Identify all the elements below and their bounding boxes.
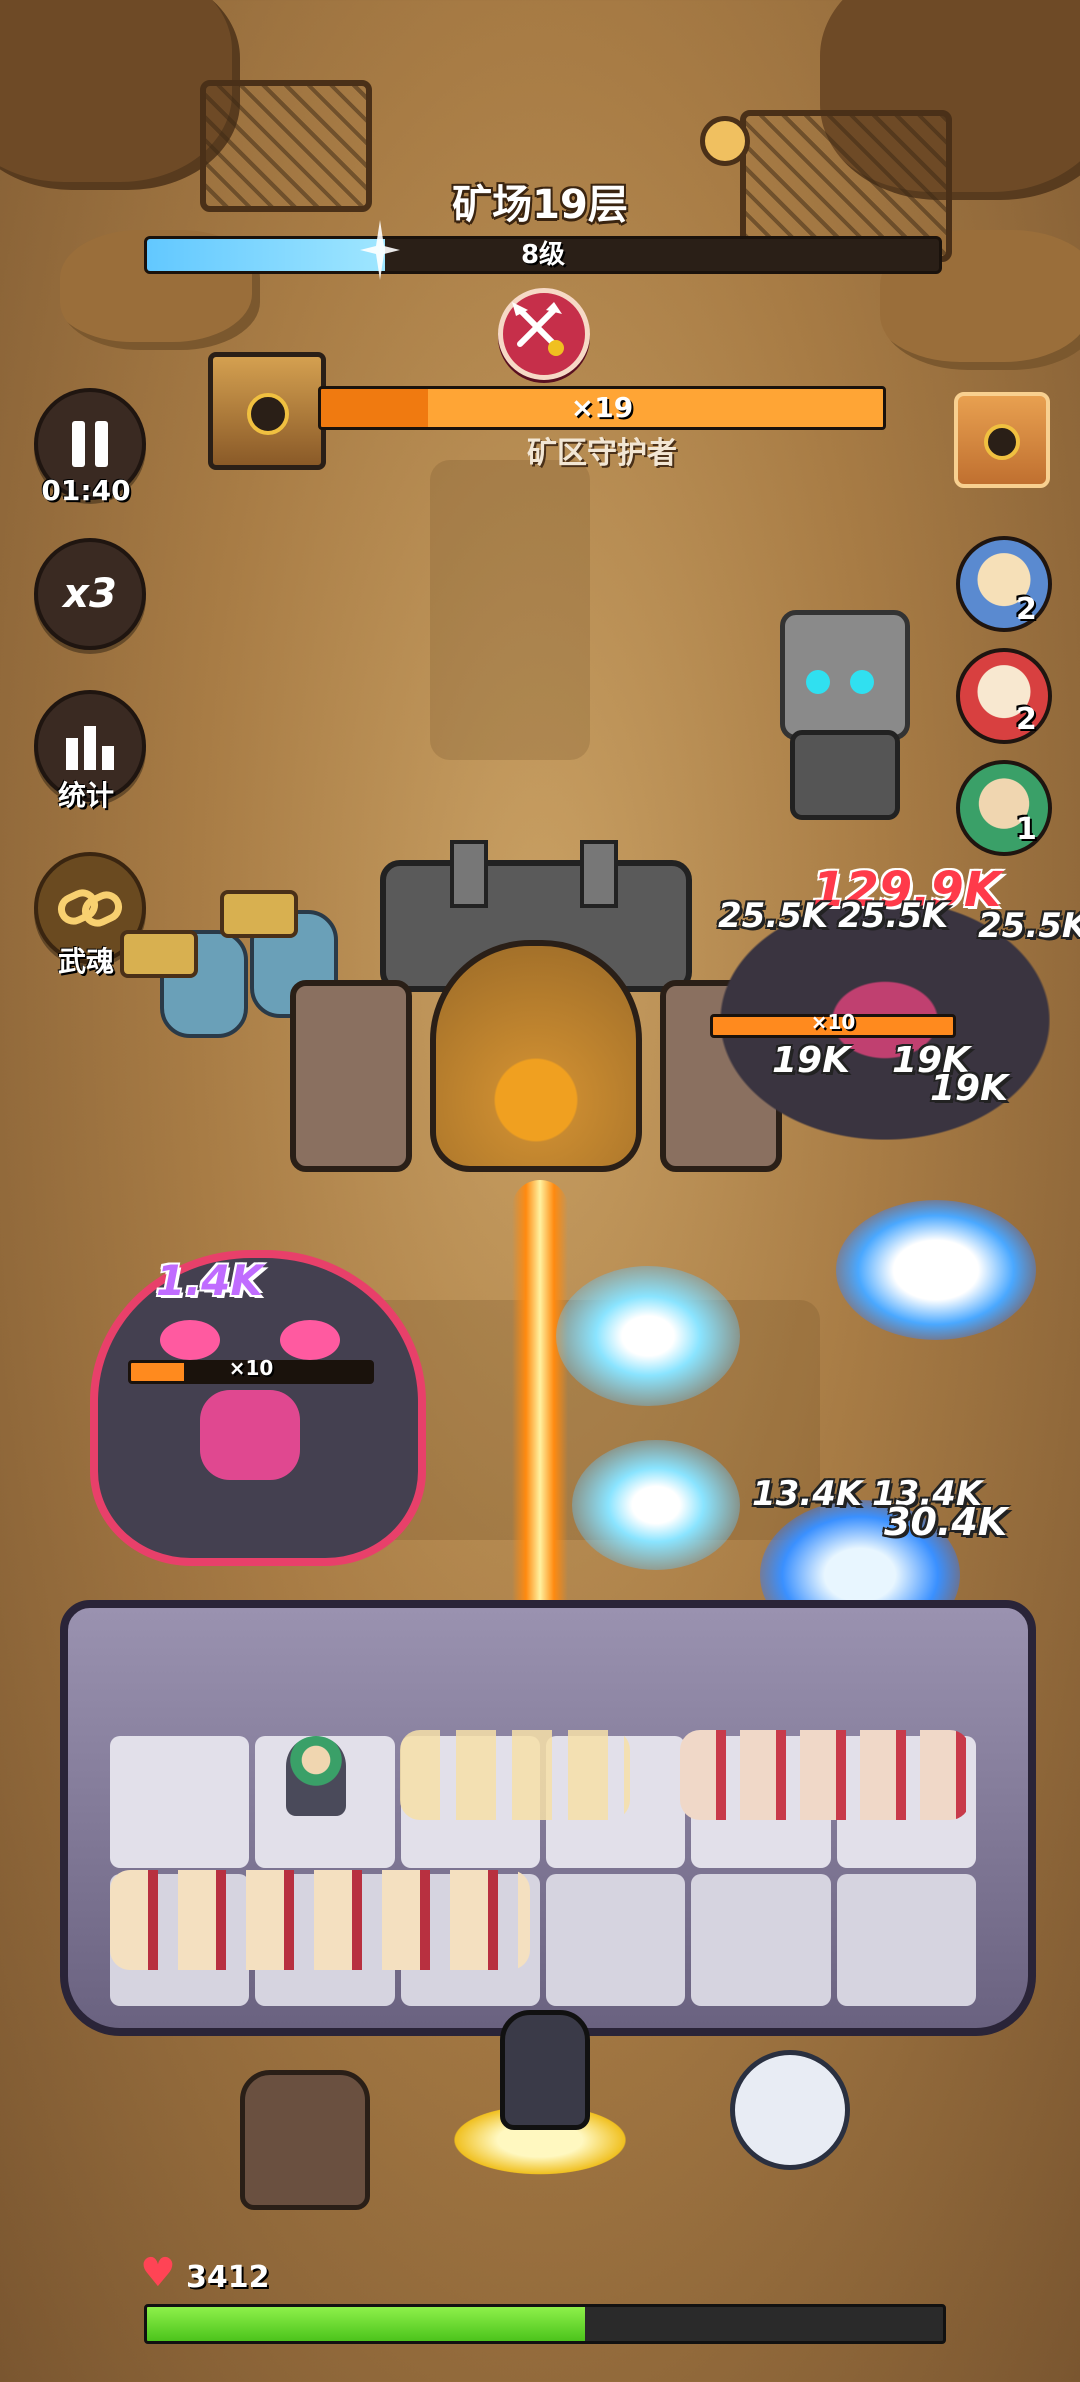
main-hero-plague-doctor[interactable] <box>440 2010 640 2190</box>
frost-rune-circle <box>556 1266 740 1406</box>
hero-count: 2 <box>1016 592 1037 627</box>
hero-unit-green[interactable] <box>286 1736 346 1816</box>
heart-icon: ♥ <box>140 2250 176 2296</box>
hero-portrait-clown[interactable] <box>956 648 1052 744</box>
base-hp-bar <box>144 2304 946 2344</box>
elite-right-hp-multiplier: ×10 <box>810 1010 856 1034</box>
grid-cell[interactable] <box>836 1874 976 2006</box>
robot-eye-icon <box>247 393 289 435</box>
robot-eye-icon <box>984 424 1020 460</box>
boss-name: 矿区守护者 <box>527 436 677 471</box>
grid-cell[interactable] <box>545 1874 686 2006</box>
support-robot-left[interactable] <box>240 2070 370 2210</box>
stats-label: 统计 <box>57 779 114 812</box>
hero-unit-blonde-group[interactable] <box>400 1730 630 1820</box>
pause-icon <box>72 421 108 467</box>
next-boss-portrait[interactable] <box>954 392 1050 488</box>
hero-unit-rabbit-group[interactable] <box>110 1870 530 1970</box>
boss-portrait[interactable] <box>208 352 326 470</box>
base-hp-value: 3412 <box>186 2260 270 2295</box>
hero-unit-row[interactable] <box>680 1730 970 1820</box>
hero-portrait-blonde[interactable] <box>956 536 1052 632</box>
damage-number-poison: 1.4K <box>156 1256 263 1305</box>
damage-number: 30.4K <box>884 1500 1008 1544</box>
chain-link-icon <box>57 889 123 927</box>
boss-mining-mech <box>290 840 782 1220</box>
damage-number: 25.5K <box>838 896 949 936</box>
card-vortex <box>836 1200 1036 1340</box>
level-label: 8级 <box>520 240 566 270</box>
enemy-stone-golem <box>760 610 920 820</box>
battle-timer: 01:40 <box>41 474 131 507</box>
lantern-icon <box>700 116 750 166</box>
boss-hp-multiplier: ×19 <box>570 391 634 424</box>
hero-portrait-green[interactable] <box>956 760 1052 856</box>
hero-count: 1 <box>1016 812 1037 847</box>
damage-number: 19K <box>772 1040 850 1081</box>
chart-icon <box>66 726 114 770</box>
frost-rune-circle <box>572 1440 740 1570</box>
boss-skill-badge[interactable] <box>498 288 590 380</box>
base-hp-fill <box>147 2307 585 2341</box>
damage-number: 25.5K <box>978 906 1080 946</box>
damage-number: 25.5K <box>718 896 829 936</box>
elite-left-hp-multiplier: ×10 <box>228 1356 274 1380</box>
speed-button[interactable]: x3 <box>34 538 146 650</box>
support-bunny-bot-right[interactable] <box>730 2050 850 2170</box>
grid-cell[interactable] <box>691 1874 831 2006</box>
damage-number: 13.4K <box>752 1474 863 1514</box>
hero-count: 2 <box>1016 702 1037 737</box>
crossed-arrows-icon <box>512 302 564 356</box>
damage-number: 19K <box>930 1068 1008 1109</box>
grid-cell[interactable] <box>110 1736 250 1868</box>
speed-label: x3 <box>63 571 117 617</box>
stage-title: 矿场19层 <box>452 182 628 228</box>
spark-icon <box>360 220 400 280</box>
